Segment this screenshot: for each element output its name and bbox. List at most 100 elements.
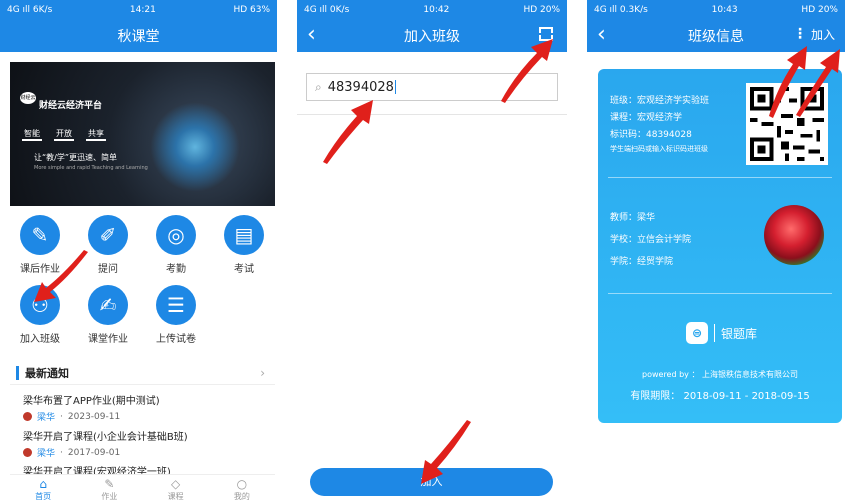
- separator-dot: ·: [60, 411, 63, 422]
- notice-accent-bar: [16, 366, 19, 380]
- join-hint: 学生端扫码或输入标识码进班级: [610, 145, 708, 153]
- attendance-button[interactable]: ◎ 考勤: [146, 215, 206, 275]
- status-bar: 4G ıll 0K/s 10:42 HD 20%: [297, 0, 567, 20]
- join-button[interactable]: 加入: [310, 468, 553, 496]
- join-class-button[interactable]: ⚇ 加入班级: [10, 285, 70, 345]
- banner-tags: 智能 开放 共享: [22, 128, 106, 141]
- feature-label: 课后作业: [20, 264, 60, 275]
- page-title: 班级信息: [688, 29, 744, 45]
- status-right: HD 20%: [801, 5, 838, 15]
- class-code: 标识码：48394028: [610, 130, 692, 140]
- join-action[interactable]: 加入: [811, 26, 835, 43]
- avatar: [23, 412, 32, 421]
- list-item[interactable]: 梁华布置了APP作业(期中测试) 梁华 · 2023-09-11: [23, 392, 273, 423]
- class-code-input[interactable]: ⌕ 48394028: [306, 73, 558, 101]
- red-arrow-annotation: [323, 100, 373, 164]
- feature-label: 课堂作业: [88, 334, 128, 345]
- divider: [608, 293, 832, 294]
- search-icon: ⌕: [315, 79, 322, 94]
- notice-text: 梁华布置了APP作业(期中测试): [23, 396, 160, 407]
- notice-header[interactable]: 最新通知 ›: [10, 362, 275, 385]
- text-caret: [394, 80, 396, 94]
- classwork-icon: ✍: [88, 285, 128, 325]
- upload-paper-icon: ☰: [156, 285, 196, 325]
- divider: [608, 177, 832, 178]
- status-right: HD 63%: [233, 5, 270, 15]
- back-arrow-icon[interactable]: ‹: [597, 24, 606, 46]
- feature-label: 考试: [234, 264, 254, 275]
- tab-label: 作业: [101, 492, 118, 501]
- search-input-value[interactable]: 48394028: [328, 80, 394, 95]
- feature-label: 提问: [98, 264, 118, 275]
- tab-label: 首页: [35, 492, 52, 501]
- scan-icon[interactable]: [539, 27, 553, 41]
- homework-icon: ✎: [20, 215, 60, 255]
- status-time: 14:21: [129, 5, 156, 15]
- class-card: 班级：宏观经济学实验班 课程：宏观经济学 标识码：48394028 学生端扫码或…: [598, 69, 842, 423]
- user-icon: ○: [236, 477, 248, 491]
- home-icon: ⌂: [39, 477, 47, 491]
- tab-home[interactable]: ⌂ 首页: [18, 475, 68, 503]
- classwork-button[interactable]: ✍ 课堂作业: [78, 285, 138, 345]
- tab-label: 我的: [233, 492, 250, 501]
- powered-by: powered by ： 上海银秩信息技术有限公司: [642, 370, 798, 379]
- notice-date: 2017-09-01: [67, 447, 121, 458]
- school-name: 学校：立信会计学院: [610, 235, 692, 245]
- more-vertical-icon[interactable]: ⋮: [793, 26, 807, 42]
- separator-dot: ·: [60, 447, 63, 458]
- notice-date: 2023-09-11: [67, 411, 121, 422]
- notice-text: 梁华开启了课程(小企业会计基础B班): [23, 432, 188, 443]
- list-item[interactable]: 梁华开启了课程(小企业会计基础B班) 梁华 · 2017-09-01: [23, 428, 273, 459]
- notice-meta: 梁华 · 2023-09-11: [23, 410, 273, 423]
- teacher-name: 教师：梁华: [610, 213, 656, 223]
- notice-meta: 梁华 · 2017-09-01: [23, 446, 273, 459]
- question-icon: ✐: [88, 215, 128, 255]
- brand-divider: [714, 324, 715, 342]
- question-button[interactable]: ✐ 提问: [78, 215, 138, 275]
- feature-label: 加入班级: [20, 334, 60, 345]
- graduation-cap-icon: ◇: [171, 477, 181, 491]
- validity-period: 有限期限： 2018-09-11 - 2018-09-15: [630, 391, 810, 402]
- brand-name: 银题库: [721, 326, 758, 341]
- app-bar: ‹ 班级信息 ⋮ 加入: [587, 20, 845, 52]
- banner-tag: 共享: [86, 128, 106, 141]
- class-info-screen: 4G ıll 0.3K/s 10:43 HD 20% ‹ 班级信息 ⋮ 加入 班…: [587, 0, 845, 503]
- tab-label: 课程: [167, 492, 184, 501]
- tab-homework[interactable]: ✎ 作业: [84, 475, 134, 503]
- bottom-tab-bar: ⌂ 首页 ✎ 作业 ◇ 课程 ○ 我的: [10, 474, 275, 503]
- pen-icon: ✎: [104, 477, 115, 491]
- banner-logo: 财经云: [20, 92, 36, 104]
- page-title: 秋课堂: [117, 29, 160, 45]
- status-left: 4G ıll 0.3K/s: [594, 5, 648, 15]
- app-bar: ‹ 加入班级: [297, 20, 567, 52]
- qr-code: [746, 83, 828, 165]
- brand-icon: ⊜: [686, 322, 708, 344]
- status-time: 10:43: [711, 5, 738, 15]
- status-bar: 4G ıll 6K/s 14:21 HD 63%: [0, 0, 277, 20]
- page-title: 加入班级: [404, 29, 460, 45]
- chevron-right-icon[interactable]: ›: [260, 366, 265, 380]
- notice-title: 最新通知: [25, 367, 69, 380]
- globe-image: [150, 102, 240, 192]
- status-left: 4G ıll 6K/s: [7, 5, 53, 15]
- join-class-screen: 4G ıll 0K/s 10:42 HD 20% ‹ 加入班级 ⌕ 483940…: [297, 0, 567, 503]
- notice-author: 梁华: [37, 449, 56, 459]
- college-name: 学院：经贸学院: [610, 257, 674, 267]
- teacher-avatar: [764, 205, 824, 265]
- tab-mine[interactable]: ○ 我的: [217, 475, 267, 503]
- tab-course[interactable]: ◇ 课程: [151, 475, 201, 503]
- banner[interactable]: 财经云 财经云经济平台 智能 开放 共享 让“教/学”更迅速、简单 More s…: [10, 62, 275, 206]
- back-arrow-icon[interactable]: ‹: [307, 24, 316, 46]
- exam-button[interactable]: ▤ 考试: [214, 215, 274, 275]
- banner-slogan: 让“教/学”更迅速、简单: [34, 153, 117, 162]
- feature-label: 考勤: [166, 264, 186, 275]
- divider: [297, 114, 567, 115]
- upload-paper-button[interactable]: ☰ 上传试卷: [146, 285, 206, 345]
- status-bar: 4G ıll 0.3K/s 10:43 HD 20%: [587, 0, 845, 20]
- brand-logo: ⊜ 银题库: [686, 322, 757, 344]
- notice-author: 梁华: [37, 413, 56, 423]
- status-right: HD 20%: [523, 5, 560, 15]
- home-screen: 4G ıll 6K/s 14:21 HD 63% 秋课堂 财经云 财经云经济平台…: [0, 0, 277, 503]
- homework-button[interactable]: ✎ 课后作业: [10, 215, 70, 275]
- fingerprint-icon: ◎: [156, 215, 196, 255]
